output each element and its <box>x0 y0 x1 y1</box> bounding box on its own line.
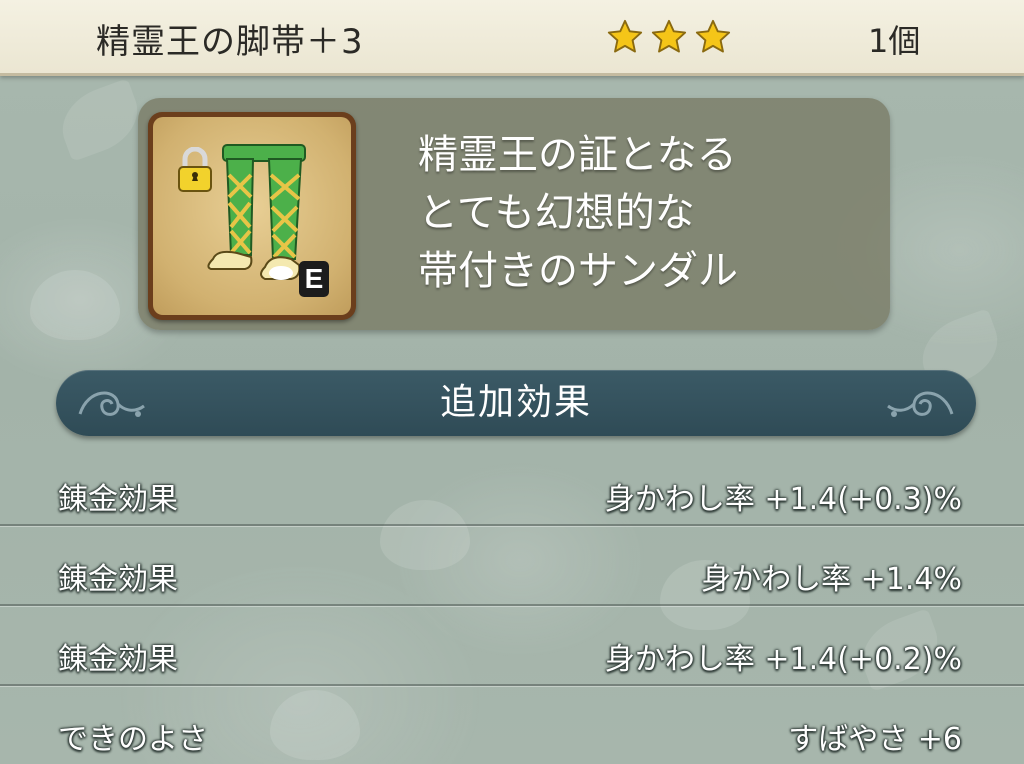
row-divider <box>0 604 1024 606</box>
rarity-stars <box>606 18 732 56</box>
description-line: 帯付きのサンダル <box>418 248 738 294</box>
star-icon <box>695 19 731 53</box>
effect-label: できのよさ <box>58 722 208 757</box>
effect-label: 錬金効果 <box>58 562 178 597</box>
lock-icon <box>178 147 212 192</box>
description-line: 精霊王の証となる <box>418 132 737 178</box>
section-banner: 追加効果 <box>56 370 976 436</box>
star-icon <box>651 19 687 53</box>
background-leaf-decoration <box>52 78 148 162</box>
background-slime-decoration <box>30 270 120 340</box>
equipped-badge: E <box>299 261 329 297</box>
effect-row: 錬金効果 身かわし率 +1.4% <box>0 534 1024 614</box>
effect-label: 錬金効果 <box>58 642 178 677</box>
effect-value: 身かわし率 +1.4(+0.3)% <box>604 482 962 517</box>
row-divider <box>0 524 1024 526</box>
effect-value: すばやさ +6 <box>788 722 962 757</box>
description-line: とても幻想的な <box>418 190 695 236</box>
star-icon <box>607 19 643 53</box>
section-title: 追加効果 <box>439 382 592 423</box>
row-divider <box>0 684 1024 686</box>
effect-row: できのよさ すばやさ +6 <box>0 694 1024 764</box>
item-name: 精霊王の脚帯＋3 <box>96 22 364 62</box>
effect-label: 錬金効果 <box>58 482 178 517</box>
effect-row: 錬金効果 身かわし率 +1.4(+0.3)% <box>0 454 1024 534</box>
effect-value: 身かわし率 +1.4% <box>701 562 962 597</box>
effect-value: 身かわし率 +1.4(+0.2)% <box>604 642 962 677</box>
ornament-swirl-icon <box>887 391 954 417</box>
item-icon-frame[interactable]: E <box>148 112 356 320</box>
effect-row: 錬金効果 身かわし率 +1.4(+0.2)% <box>0 614 1024 694</box>
green-sandals-icon: E <box>153 117 351 315</box>
item-header: 精霊王の脚帯＋3 1個 <box>0 0 1024 76</box>
item-description: 精霊王の証となる とても幻想的な 帯付きのサンダル <box>418 126 738 300</box>
item-count: 1個 <box>868 22 921 60</box>
